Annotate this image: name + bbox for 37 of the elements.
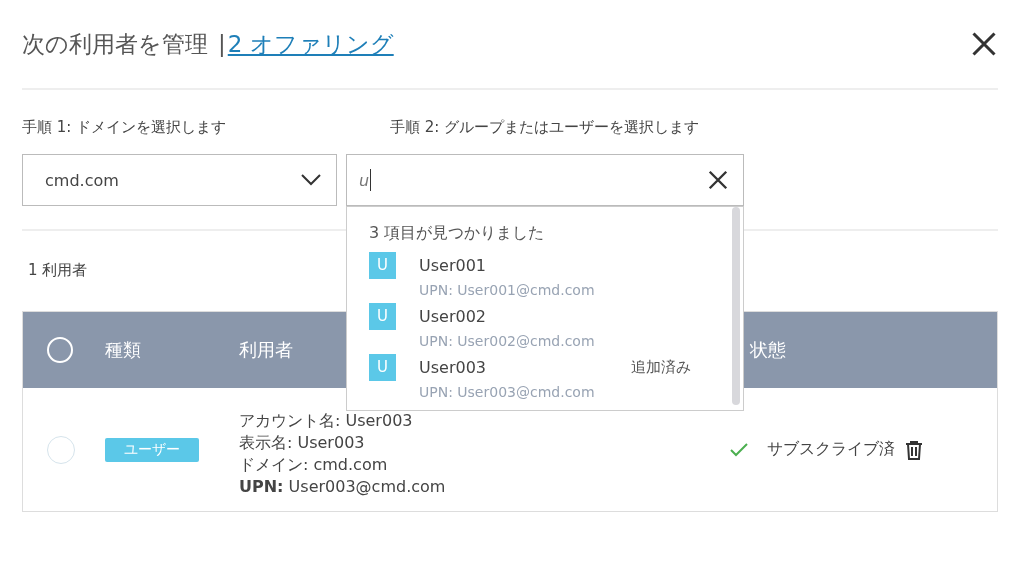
results-count: 3 項目が見つかりました [369, 223, 546, 244]
detail-text: アカウント名: User003 [239, 409, 414, 432]
column-header: 種類 [105, 339, 141, 360]
column-header: 利用者 [239, 339, 293, 360]
chevron-down-icon [300, 173, 322, 187]
result-item[interactable]: U User002 UPN: User002@cmd.com [369, 301, 743, 352]
select-all-checkbox[interactable] [47, 337, 73, 363]
result-name: User003 [419, 357, 487, 377]
detail-text: ドメイン: cmd.com [239, 453, 389, 476]
clear-icon[interactable] [707, 169, 729, 191]
type-tag: ユーザー [105, 437, 199, 462]
user-badge: U [369, 302, 396, 330]
offerings-link[interactable]: 2 オファリング [227, 28, 394, 60]
user-badge: U [369, 353, 396, 381]
result-name: User001 [419, 255, 487, 275]
trash-icon[interactable] [905, 439, 923, 460]
result-item[interactable]: U User003 追加済み UPN: User003@cmd.com [369, 352, 743, 403]
title-separator: | [218, 31, 226, 57]
close-icon[interactable] [970, 30, 998, 58]
detail-text: UPN: User003@cmd.com [239, 475, 447, 498]
scrollbar[interactable] [732, 207, 740, 405]
user-count: 1 利用者 [28, 261, 88, 280]
step-label: 手順 1: ドメインを選択します [22, 118, 228, 137]
column-header: 状態 [750, 339, 786, 360]
status-text: サブスクライブ済 [767, 439, 895, 460]
result-upn: UPN: User002@cmd.com [419, 332, 596, 351]
detail-text: 表示名: User003 [239, 431, 366, 454]
result-name: User002 [419, 306, 487, 326]
domain-select[interactable]: cmd.com [22, 154, 337, 206]
result-item[interactable]: U User001 UPN: User001@cmd.com [369, 250, 743, 301]
dialog-title: 次の利用者を管理 [22, 29, 208, 59]
added-label: 追加済み [631, 357, 691, 377]
check-icon [729, 441, 749, 458]
result-upn: UPN: User001@cmd.com [419, 281, 596, 300]
user-badge: U [369, 251, 396, 279]
result-upn: UPN: User003@cmd.com [419, 383, 596, 402]
step-label: 手順 2: グループまたはユーザーを選択します [390, 118, 701, 137]
